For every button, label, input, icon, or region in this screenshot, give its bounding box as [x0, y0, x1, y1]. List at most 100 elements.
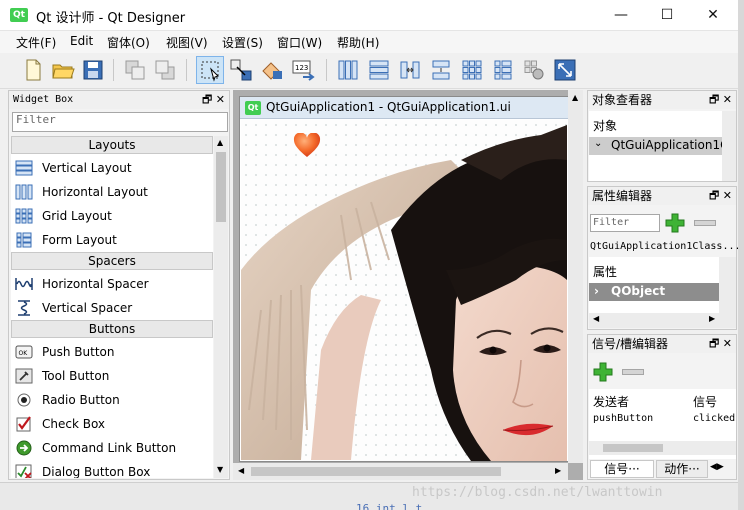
layout-grid-icon[interactable]: [459, 57, 485, 83]
scroll-left-icon[interactable]: ◀: [238, 466, 244, 475]
widget-box-scroll-thumb[interactable]: [216, 152, 226, 222]
mdi-vertical-scrollbar[interactable]: ▲: [568, 90, 583, 463]
widget-vertical-layout[interactable]: Vertical Layout: [11, 156, 213, 180]
scroll-right-icon[interactable]: ▶: [555, 466, 561, 475]
property-table-header: 属性: [593, 265, 618, 279]
edit-buddies-icon[interactable]: [259, 57, 285, 83]
widget-list: Layouts Vertical Layout Horizontal Layou…: [11, 136, 213, 478]
layout-vertical-splitter-icon[interactable]: [428, 57, 454, 83]
signal-slot-dock-buttons[interactable]: 🗗 ✕: [709, 337, 732, 351]
category-layouts[interactable]: Layouts: [11, 136, 213, 154]
scroll-up-icon[interactable]: ▲: [572, 93, 578, 102]
watermark-text: https://blog.csdn.net/lwanttowin: [412, 485, 663, 500]
object-inspector-panel: 对象查看器 🗗 ✕ 对象 ⌄ QtGuiApplication1C: [587, 90, 737, 182]
object-tree-header: 对象: [593, 119, 618, 133]
connection-sender-cell[interactable]: pushButton: [593, 413, 653, 424]
property-editor-dock-buttons[interactable]: 🗗 ✕: [709, 189, 732, 203]
radio-button-icon: [17, 393, 31, 407]
adjust-size-icon[interactable]: [552, 57, 578, 83]
window-title: Qt 设计师 - Qt Designer: [36, 11, 186, 26]
expand-chevron-icon[interactable]: ›: [594, 284, 599, 298]
bring-to-front-icon[interactable]: [152, 57, 178, 83]
connection-signal-cell[interactable]: clicked: [693, 413, 735, 424]
column-sender[interactable]: 发送者: [593, 393, 629, 410]
menu-window[interactable]: 窗口(W): [277, 34, 322, 51]
mdi-area: Qt QtGuiApplication1 - QtGuiApplication1…: [233, 90, 583, 480]
mdi-horizontal-scrollbar[interactable]: ◀ ▶: [233, 463, 568, 480]
scroll-right-icon[interactable]: ▶: [709, 314, 715, 323]
add-connection-icon[interactable]: [592, 361, 614, 383]
object-tree-root[interactable]: ⌄ QtGuiApplication1C: [589, 137, 722, 155]
edit-signals-slots-icon[interactable]: [228, 57, 254, 83]
object-tree-scrollbar[interactable]: [722, 111, 736, 181]
maximize-button[interactable]: ☐: [644, 0, 690, 31]
widget-horizontal-layout[interactable]: Horizontal Layout: [11, 180, 213, 204]
form-canvas[interactable]: [241, 120, 567, 461]
widget-radio-button[interactable]: Radio Button: [11, 388, 213, 412]
edit-tab-order-icon[interactable]: 123: [290, 57, 316, 83]
layout-horizontal-splitter-icon[interactable]: [397, 57, 423, 83]
dialog-button-box-icon: [15, 464, 32, 478]
vertical-spacer-icon: [18, 300, 30, 316]
push-button-icon: OK: [15, 345, 33, 359]
scroll-left-icon[interactable]: ◀: [593, 314, 599, 323]
open-folder-icon[interactable]: [50, 57, 76, 83]
title-bar: Qt Qt 设计师 - Qt Designer — ☐ ✕: [0, 0, 738, 31]
qt-designer-window: Qt Qt 设计师 - Qt Designer — ☐ ✕ 文件(F) Edit…: [0, 0, 744, 510]
mdi-horizontal-scroll-thumb[interactable]: [251, 467, 501, 476]
menu-file[interactable]: 文件(F): [16, 34, 56, 51]
widget-dialog-button-box[interactable]: Dialog Button Box: [11, 460, 213, 478]
menu-help[interactable]: 帮助(H): [337, 34, 379, 51]
property-filter-input[interactable]: Filter: [590, 214, 660, 232]
widget-form-layout[interactable]: Form Layout: [11, 228, 213, 252]
minimize-button[interactable]: —: [598, 0, 644, 31]
layout-form-icon[interactable]: [490, 57, 516, 83]
property-table-scrollbar[interactable]: [719, 257, 736, 313]
widget-horizontal-spacer[interactable]: Horizontal Spacer: [11, 272, 213, 296]
close-button[interactable]: ✕: [690, 0, 736, 31]
new-file-icon[interactable]: [20, 57, 46, 83]
object-inspector-dock-buttons[interactable]: 🗗 ✕: [709, 93, 732, 107]
widget-box-dock-buttons[interactable]: 🗗 ✕: [202, 93, 225, 107]
form-layout-icon: [16, 232, 32, 248]
layout-horizontal-icon[interactable]: [335, 57, 361, 83]
layout-vertical-icon[interactable]: [366, 57, 392, 83]
scroll-up-icon[interactable]: ▲: [217, 139, 223, 147]
break-layout-icon[interactable]: [521, 57, 547, 83]
connection-scroll-thumb[interactable]: [603, 444, 663, 452]
widget-check-box[interactable]: Check Box: [11, 412, 213, 436]
widget-box-scrollbar[interactable]: ▲ ▼: [214, 136, 228, 478]
widget-command-link-button[interactable]: Command Link Button: [11, 436, 213, 460]
widget-tool-button[interactable]: Tool Button: [11, 364, 213, 388]
scroll-down-icon[interactable]: ▼: [217, 466, 223, 474]
tab-scroll-arrows-icon[interactable]: ◀▶: [710, 462, 724, 472]
property-group-qobject[interactable]: › QObject: [589, 283, 719, 301]
column-signal[interactable]: 信号: [693, 393, 717, 410]
widget-grid-layout[interactable]: Grid Layout: [11, 204, 213, 228]
widget-box-title: Widget Box: [9, 91, 229, 109]
widget-push-button[interactable]: OK Push Button: [11, 340, 213, 364]
remove-property-icon[interactable]: [694, 220, 716, 226]
send-to-back-icon[interactable]: [122, 57, 148, 83]
remove-connection-icon[interactable]: [622, 369, 644, 375]
horizontal-layout-icon: [15, 184, 33, 200]
signal-slot-editor-panel: 信号/槽编辑器 🗗 ✕ 发送者 信号 pushButton clicked 信号…: [587, 334, 737, 480]
tab-actions[interactable]: 动作···: [656, 460, 708, 478]
property-table-hscrollbar[interactable]: ◀ ▶: [589, 313, 736, 328]
menu-view[interactable]: 视图(V): [166, 34, 208, 51]
connection-table-hscrollbar[interactable]: [589, 441, 736, 455]
edit-widgets-icon[interactable]: [196, 56, 224, 84]
add-property-icon[interactable]: [664, 212, 686, 234]
tab-signals[interactable]: 信号···: [590, 460, 654, 478]
menu-edit[interactable]: Edit: [70, 34, 93, 48]
category-spacers[interactable]: Spacers: [11, 252, 213, 270]
widget-box-filter-input[interactable]: Filter: [12, 112, 228, 132]
menu-settings[interactable]: 设置(S): [222, 34, 263, 51]
menu-form[interactable]: 窗体(O): [107, 34, 150, 51]
horizontal-spacer-icon: [15, 278, 33, 290]
property-editor-panel: 属性编辑器 🗗 ✕ Filter QtGuiApplication1Class.…: [587, 186, 741, 330]
category-buttons[interactable]: Buttons: [11, 320, 213, 338]
expand-chevron-icon[interactable]: ⌄: [594, 138, 602, 149]
save-icon[interactable]: [80, 57, 106, 83]
widget-vertical-spacer[interactable]: Vertical Spacer: [11, 296, 213, 320]
